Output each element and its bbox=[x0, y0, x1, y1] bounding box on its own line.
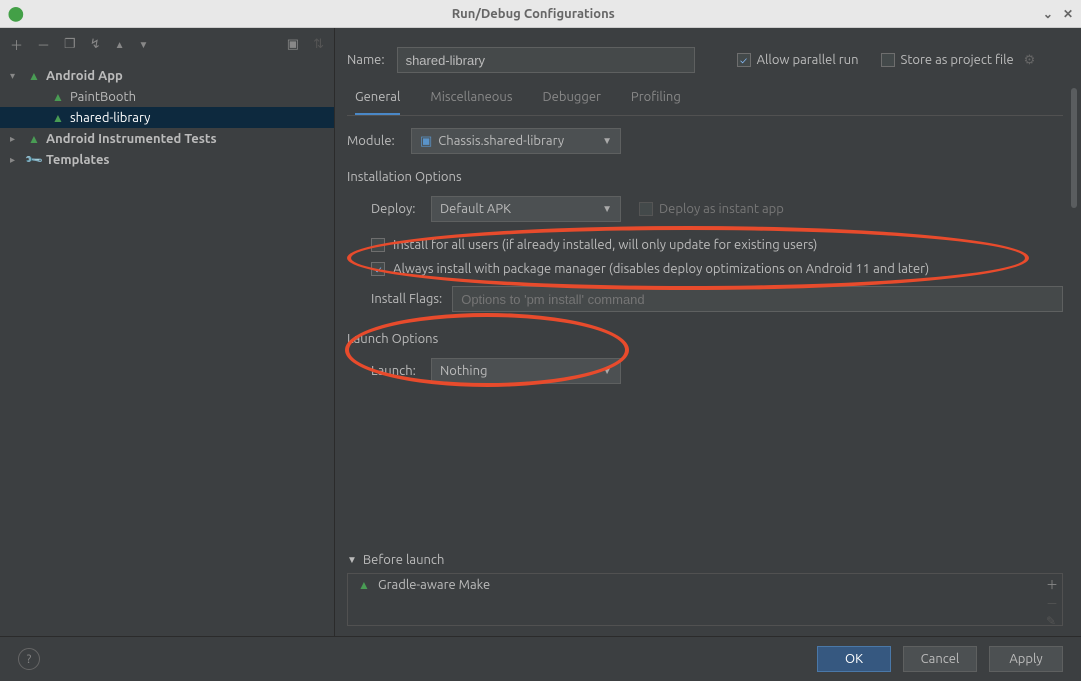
move-up-icon[interactable]: ▲ bbox=[115, 39, 125, 51]
add-icon[interactable]: ＋ bbox=[10, 35, 23, 54]
folder-icon[interactable]: ▣ bbox=[287, 37, 299, 52]
tab-debugger[interactable]: Debugger bbox=[542, 90, 600, 115]
tree-templates[interactable]: ▸ 🔧 Templates bbox=[0, 149, 334, 170]
tree-instrumented-tests[interactable]: ▸ ▲ Android Instrumented Tests bbox=[0, 128, 334, 149]
before-launch-item-label: Gradle-aware Make bbox=[378, 578, 490, 592]
wrench-icon[interactable]: ↯ bbox=[90, 37, 101, 52]
before-launch-header[interactable]: ▼ Before launch bbox=[347, 549, 1063, 574]
cancel-button[interactable]: Cancel bbox=[903, 646, 977, 672]
instant-app-label: Deploy as instant app bbox=[659, 202, 784, 216]
wrench-icon: 🔧 bbox=[23, 149, 44, 170]
content-pane: Name: Allow parallel run Store as projec… bbox=[335, 28, 1081, 636]
module-select[interactable]: ▣ Chassis.shared-library ▼ bbox=[411, 128, 621, 154]
name-label: Name: bbox=[347, 53, 385, 67]
sidebar: ＋ － ❐ ↯ ▲ ▼ ▣ ⇅ ▾ ▲ Android App ▲ PaintB… bbox=[0, 28, 335, 636]
launch-label: Launch: bbox=[371, 364, 431, 378]
chevron-down-icon: ▼ bbox=[347, 554, 357, 566]
copy-icon[interactable]: ❐ bbox=[64, 37, 76, 52]
window-title: Run/Debug Configurations bbox=[24, 7, 1043, 21]
gear-icon[interactable]: ⚙ bbox=[1024, 53, 1036, 68]
scrollbar[interactable] bbox=[1069, 88, 1079, 626]
chevron-down-icon: ▼ bbox=[602, 135, 612, 147]
store-project-label: Store as project file bbox=[901, 53, 1014, 67]
move-down-icon[interactable]: ▼ bbox=[139, 39, 149, 51]
tab-miscellaneous[interactable]: Miscellaneous bbox=[430, 90, 512, 115]
tab-profiling[interactable]: Profiling bbox=[631, 90, 681, 115]
android-icon: ▲ bbox=[26, 132, 42, 146]
minimize-icon[interactable]: ⌄ bbox=[1043, 7, 1053, 21]
help-button[interactable]: ? bbox=[18, 648, 40, 670]
always-pm-checkbox[interactable] bbox=[371, 262, 385, 276]
allow-parallel-checkbox[interactable] bbox=[737, 53, 751, 67]
close-icon[interactable]: ✕ bbox=[1063, 7, 1073, 21]
android-icon: ▲ bbox=[356, 578, 372, 592]
module-icon: ▣ bbox=[420, 134, 432, 149]
android-icon: ▲ bbox=[50, 90, 66, 104]
add-icon[interactable]: ＋ bbox=[1046, 576, 1058, 593]
before-launch-list: ▲ Gradle-aware Make ＋ － ✎ bbox=[347, 574, 1063, 626]
chevron-down-icon: ▼ bbox=[602, 203, 612, 215]
tree-paintbooth[interactable]: ▲ PaintBooth bbox=[0, 86, 334, 107]
deploy-label: Deploy: bbox=[371, 202, 431, 216]
tree-android-app[interactable]: ▾ ▲ Android App bbox=[0, 65, 334, 86]
config-toolbar: ＋ － ❐ ↯ ▲ ▼ ▣ ⇅ bbox=[0, 28, 334, 61]
ok-button[interactable]: OK bbox=[817, 646, 891, 672]
sort-icon[interactable]: ⇅ bbox=[313, 37, 324, 52]
module-value: Chassis.shared-library bbox=[438, 134, 564, 148]
store-project-checkbox[interactable] bbox=[881, 53, 895, 67]
config-tree: ▾ ▲ Android App ▲ PaintBooth ▲ shared-li… bbox=[0, 61, 334, 636]
android-icon: ▲ bbox=[50, 111, 66, 125]
apply-button[interactable]: Apply bbox=[989, 646, 1063, 672]
edit-icon[interactable]: ✎ bbox=[1046, 614, 1058, 628]
before-launch-item[interactable]: ▲ Gradle-aware Make bbox=[348, 574, 1062, 596]
module-label: Module: bbox=[347, 134, 411, 148]
footer: ? OK Cancel Apply bbox=[0, 636, 1081, 681]
chevron-right-icon[interactable]: ▸ bbox=[10, 154, 22, 166]
launch-section-title: Launch Options bbox=[347, 332, 1063, 346]
install-flags-label: Install Flags: bbox=[371, 292, 442, 306]
before-launch-title: Before launch bbox=[363, 553, 444, 567]
allow-parallel-label: Allow parallel run bbox=[757, 53, 859, 67]
deploy-select[interactable]: Default APK ▼ bbox=[431, 196, 621, 222]
tree-shared-library[interactable]: ▲ shared-library bbox=[0, 107, 334, 128]
chevron-down-icon[interactable]: ▾ bbox=[10, 70, 22, 82]
tabs: General Miscellaneous Debugger Profiling bbox=[347, 86, 1063, 116]
install-section-title: Installation Options bbox=[347, 170, 1063, 184]
app-icon: ⬤ bbox=[8, 5, 24, 22]
remove-icon[interactable]: － bbox=[37, 35, 50, 54]
deploy-value: Default APK bbox=[440, 202, 511, 216]
remove-icon[interactable]: － bbox=[1046, 595, 1058, 612]
install-flags-input[interactable] bbox=[452, 286, 1063, 312]
instant-app-checkbox bbox=[639, 202, 653, 216]
chevron-down-icon: ▼ bbox=[602, 365, 612, 377]
tab-general[interactable]: General bbox=[355, 90, 400, 115]
titlebar: ⬤ Run/Debug Configurations ⌄ ✕ bbox=[0, 0, 1081, 28]
name-input[interactable] bbox=[397, 47, 695, 73]
android-icon: ▲ bbox=[26, 69, 42, 83]
all-users-checkbox[interactable] bbox=[371, 238, 385, 252]
launch-value: Nothing bbox=[440, 364, 487, 378]
all-users-label: Install for all users (if already instal… bbox=[393, 238, 817, 252]
chevron-right-icon[interactable]: ▸ bbox=[10, 133, 22, 145]
launch-select[interactable]: Nothing ▼ bbox=[431, 358, 621, 384]
always-pm-label: Always install with package manager (dis… bbox=[393, 262, 929, 276]
